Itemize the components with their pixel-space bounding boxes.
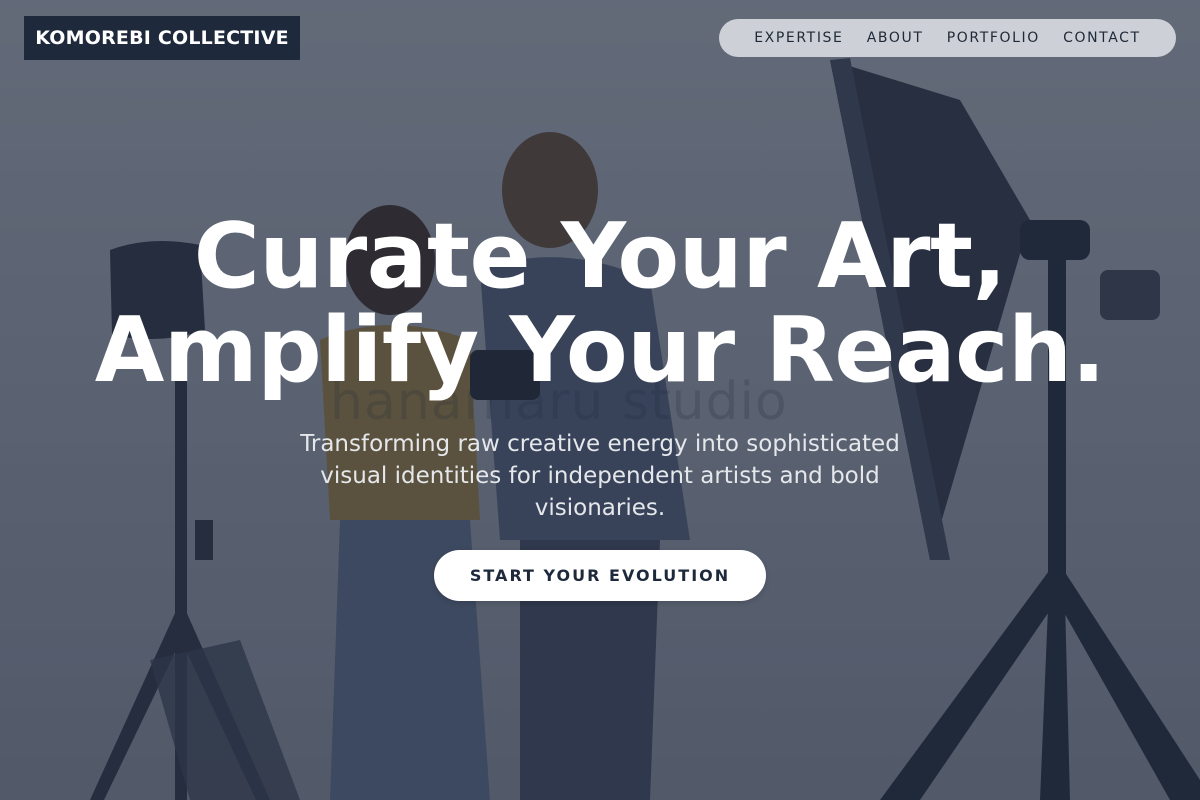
nav-item-portfolio[interactable]: PORTFOLIO — [947, 30, 1040, 46]
nav-item-about[interactable]: ABOUT — [867, 30, 924, 46]
main-nav: EXPERTISE ABOUT PORTFOLIO CONTACT — [719, 19, 1176, 57]
hero-section: hanamaru studio KOMOREBI COLLECTIVE EXPE… — [0, 0, 1200, 800]
hero-headline: Curate Your Art, Amplify Your Reach. — [0, 210, 1200, 398]
headline-line-2: Amplify Your Reach. — [94, 298, 1106, 403]
hero-subtext: Transforming raw creative energy into so… — [300, 431, 900, 521]
brand-logo[interactable]: KOMOREBI COLLECTIVE — [24, 16, 300, 60]
nav-item-expertise[interactable]: EXPERTISE — [754, 30, 843, 46]
headline-line-1: Curate Your Art, — [193, 204, 1007, 309]
nav-item-contact[interactable]: CONTACT — [1063, 30, 1141, 46]
start-evolution-button[interactable]: START YOUR EVOLUTION — [434, 550, 766, 601]
